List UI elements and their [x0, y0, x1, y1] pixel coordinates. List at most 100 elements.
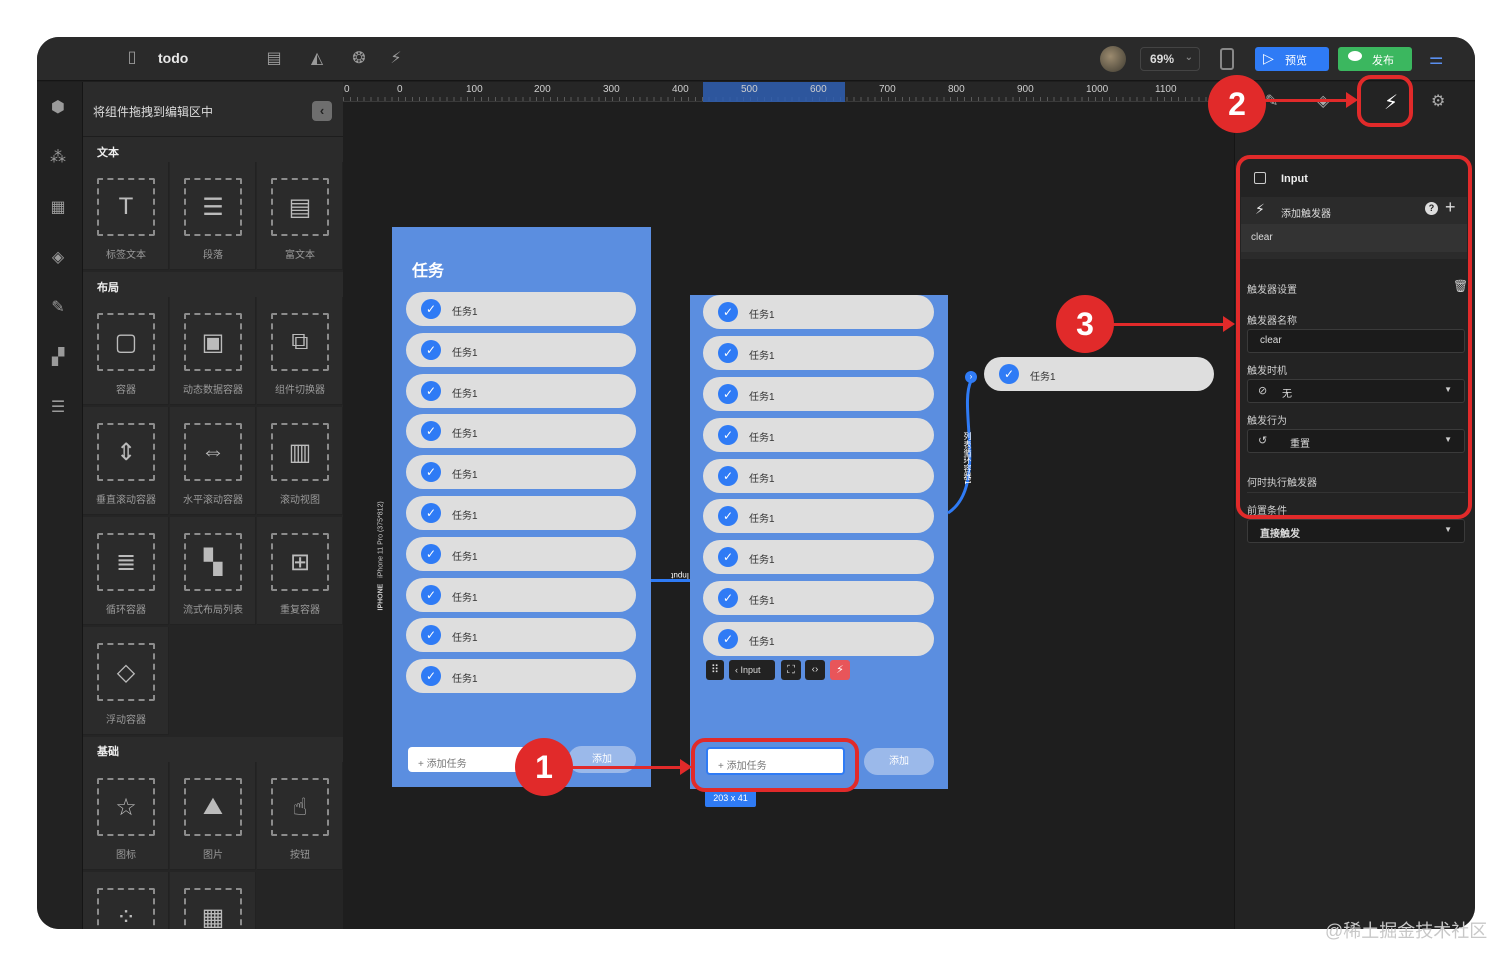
sidebar-toggle-icon[interactable]: ▯ [121, 48, 143, 70]
component-tile[interactable]: ⧉ 组件切换器 [257, 297, 343, 405]
task-item[interactable]: ✓ 任务1 [406, 537, 636, 571]
check-icon[interactable]: ✓ [421, 299, 441, 319]
component-tile[interactable]: ☆ 图标 [83, 762, 169, 870]
task-item[interactable]: ✓ 任务1 [406, 333, 636, 367]
task-item[interactable]: ✓ 任务1 [703, 459, 934, 493]
trigger-flash-icon[interactable]: ⚡ [830, 660, 850, 680]
task-item[interactable]: ✓ 任务1 [406, 578, 636, 612]
connector-label: 列表循环容器1 [963, 432, 972, 485]
component-tile[interactable]: ☰ 段落 [170, 162, 256, 270]
task-item[interactable]: ✓ 任务1 [406, 292, 636, 326]
component-tile[interactable]: ◇ 浮动容器 [83, 627, 169, 735]
task-item[interactable]: ✓ 任务1 [406, 659, 636, 693]
component-label: 重复容器 [280, 605, 320, 616]
component-tile[interactable]: ⛰ 图片 [170, 762, 256, 870]
check-icon[interactable]: ✓ [421, 585, 441, 605]
layers-icon[interactable]: ◈ [47, 247, 69, 269]
component-tile[interactable]: ▚ 流式布局列表 [170, 517, 256, 625]
document-icon[interactable]: ▤ [263, 49, 285, 71]
component-tile[interactable]: ▢ 容器 [83, 297, 169, 405]
task-item[interactable]: ✓ 任务1 [703, 622, 934, 656]
ruler-label: 600 [810, 84, 827, 95]
component-tile[interactable]: ▥ 滚动视图 [257, 407, 343, 515]
task-panel-b[interactable]: ✓ 任务1 ✓ 任务1 ✓ 任务1 ✓ 任务1 ✓ 任务1 ✓ 任务1 ✓ 任务1 ✓ 任务1 … [690, 295, 948, 789]
drag-handle-icon[interactable]: ⠿ [706, 660, 724, 680]
check-icon[interactable]: ✓ [421, 625, 441, 645]
sliders-icon[interactable]: ⚌ [1429, 49, 1443, 69]
task-item[interactable]: ✓ 任务1 [703, 540, 934, 574]
zoom-select[interactable]: 69% ⌄ [1140, 47, 1200, 71]
preview-button[interactable]: ▷ 预览 [1255, 47, 1329, 71]
arrow-head-icon [680, 759, 692, 775]
task-item[interactable]: ✓ 任务1 [406, 374, 636, 408]
settings-tab-icon[interactable]: ⚙ [1431, 91, 1445, 111]
component-tile[interactable]: ≣ 循环容器 [83, 517, 169, 625]
task-panel-a[interactable]: 任务 ✓ 任务1 ✓ 任务1 ✓ 任务1 ✓ 任务1 ✓ 任务1 ✓ 任务1 ✓ 任务1 ✓ 任… [392, 227, 651, 787]
editor-canvas[interactable]: 0 0 100 200 300 400 500 600 700 800 900 … [343, 82, 1234, 929]
check-icon[interactable]: ✓ [718, 547, 738, 567]
check-icon[interactable]: ✓ [421, 544, 441, 564]
task-name: 任务1 [749, 596, 775, 607]
grid-icon[interactable]: ▦ [47, 197, 69, 219]
check-icon[interactable]: ✓ [718, 425, 738, 445]
code-icon[interactable]: ‹› [805, 660, 825, 680]
check-icon[interactable]: ✓ [718, 506, 738, 526]
left-icon-bar: ⬢ ⁂ ▦ ◈ ✎ ▞ ☰ [37, 82, 83, 929]
check-icon[interactable]: ✓ [421, 381, 441, 401]
component-tile[interactable]: ⇕ 垂直滚动容器 [83, 407, 169, 515]
check-icon[interactable]: ✓ [718, 302, 738, 322]
task-item[interactable]: ✓ 任务1 [406, 618, 636, 652]
flash-icon[interactable]: ⚡ [385, 49, 407, 71]
check-icon[interactable]: ✓ [421, 503, 441, 523]
check-icon[interactable]: ✓ [718, 343, 738, 363]
task-item[interactable]: ✓ 任务1 [703, 295, 934, 329]
task-item[interactable]: ✓ 任务1 [703, 499, 934, 533]
task-item[interactable]: ✓ 任务1 [703, 336, 934, 370]
floating-task-item[interactable]: ✓ 任务1 [984, 357, 1214, 391]
check-icon[interactable]: ✓ [421, 340, 441, 360]
add-task-button[interactable]: 添加 [864, 748, 934, 775]
task-item[interactable]: ✓ 任务1 [406, 455, 636, 489]
image-icon: ⛰ [184, 778, 242, 836]
component-label: 动态数据容器 [183, 385, 243, 396]
component-tile[interactable]: ▤ 富文本 [257, 162, 343, 270]
check-icon[interactable]: ✓ [718, 588, 738, 608]
component-tile[interactable]: ▦ [170, 872, 256, 929]
cube-icon[interactable]: ⬢ [47, 97, 69, 119]
components-icon[interactable]: ⁂ [47, 147, 69, 169]
check-icon[interactable]: ✓ [999, 364, 1019, 384]
pin-icon[interactable]: ✎ [47, 297, 69, 319]
check-icon[interactable]: ✓ [718, 466, 738, 486]
precondition-select[interactable]: 直接触发 ▼ [1247, 519, 1465, 543]
component-tile[interactable]: ⇔ 水平滚动容器 [170, 407, 256, 515]
device-icon[interactable] [1220, 48, 1234, 70]
component-tile[interactable]: ☝ 按钮 [257, 762, 343, 870]
task-item[interactable]: ✓ 任务1 [703, 581, 934, 615]
expand-icon[interactable]: ⛶ [781, 660, 801, 680]
task-item[interactable]: ✓ 任务1 [703, 377, 934, 411]
avatar[interactable] [1100, 46, 1126, 72]
pages-icon[interactable]: ▞ [47, 347, 69, 369]
check-icon[interactable]: ✓ [718, 384, 738, 404]
ruler-label: 200 [534, 84, 551, 95]
component-tile[interactable]: ▣ 动态数据容器 [170, 297, 256, 405]
check-icon[interactable]: ✓ [421, 462, 441, 482]
component-label: 标签文本 [106, 250, 146, 261]
switcher-icon: ⧉ [271, 313, 329, 371]
check-icon[interactable]: ✓ [718, 629, 738, 649]
task-item[interactable]: ✓ 任务1 [703, 418, 934, 452]
component-tile[interactable]: ⁘ [83, 872, 169, 929]
task-item[interactable]: ✓ 任务1 [406, 414, 636, 448]
collapse-button[interactable]: ‹ [312, 101, 332, 121]
publish-button[interactable]: 发布 [1338, 47, 1412, 71]
shapes-icon[interactable]: ◭ [306, 49, 328, 71]
component-tile[interactable]: T 标签文本 [83, 162, 169, 270]
list-icon[interactable]: ☰ [47, 397, 69, 419]
check-icon[interactable]: ✓ [421, 666, 441, 686]
arrow-head-icon [1223, 316, 1235, 332]
task-item[interactable]: ✓ 任务1 [406, 496, 636, 530]
plugin-icon[interactable]: ❂ [348, 49, 370, 71]
component-tile[interactable]: ⊞ 重复容器 [257, 517, 343, 625]
check-icon[interactable]: ✓ [421, 421, 441, 441]
breadcrumb-parent[interactable]: ‹ Input [729, 660, 775, 680]
